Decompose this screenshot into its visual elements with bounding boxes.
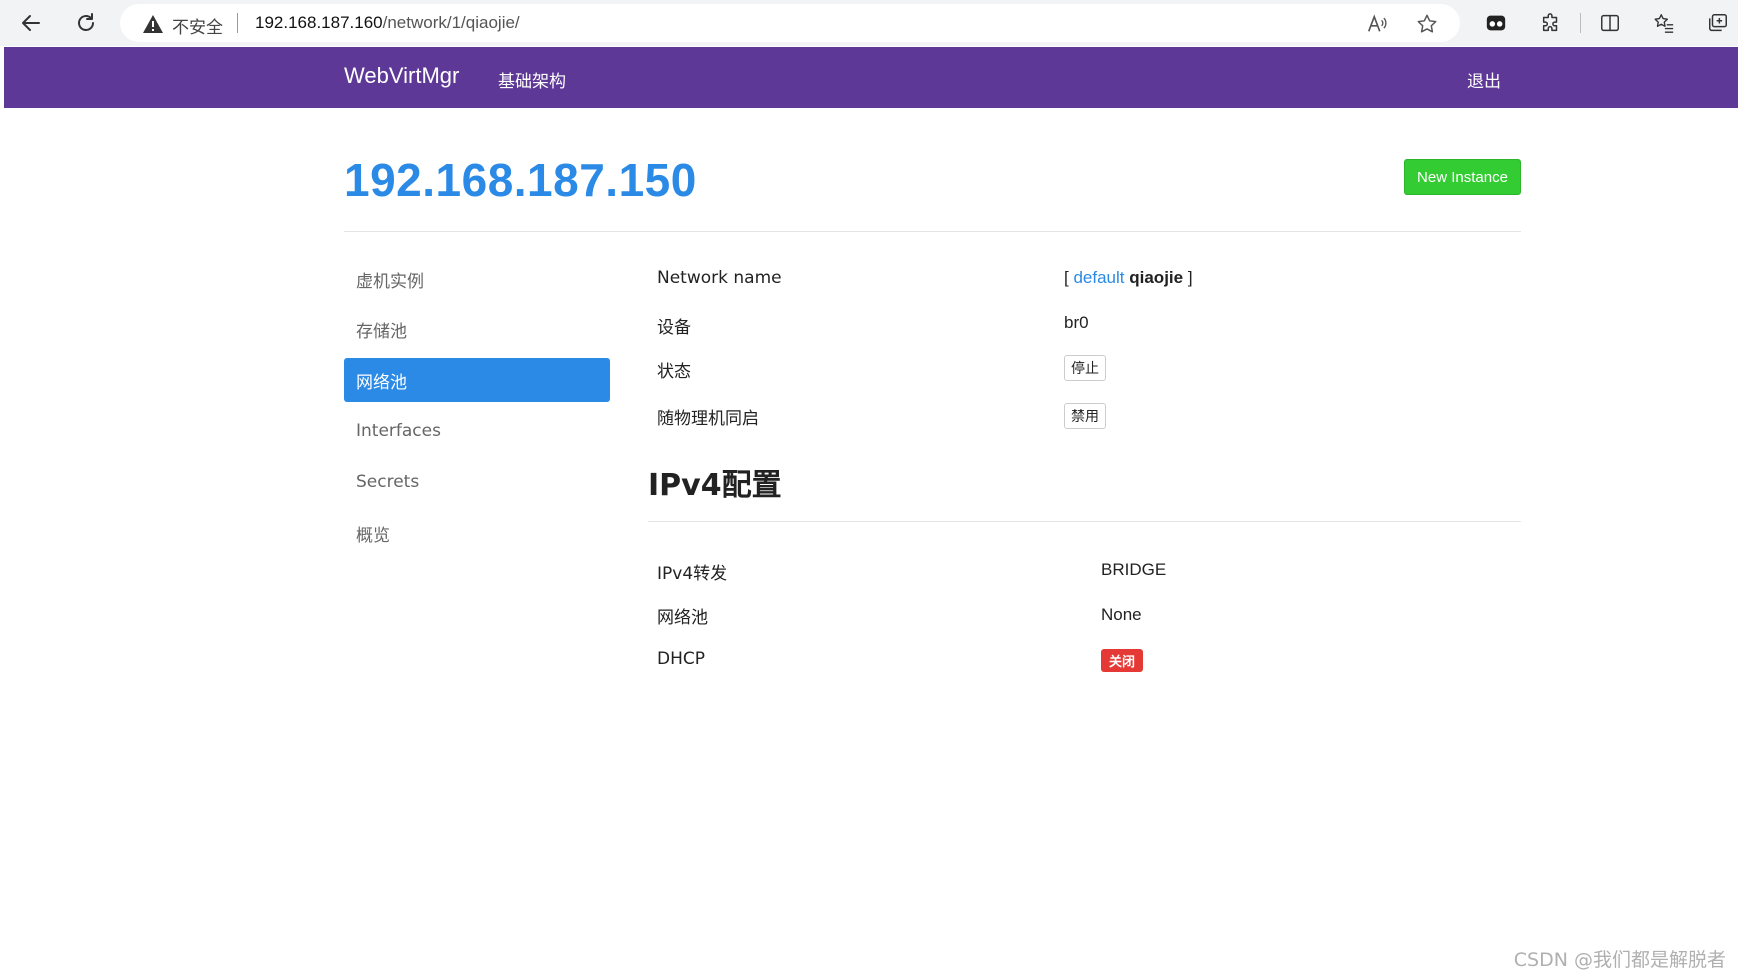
sidebar-item-storage[interactable]: 存储池 xyxy=(344,307,610,351)
brand-logo-text[interactable]: WebVirtMgr xyxy=(344,63,459,89)
url-path: /network/1/qiaojie/ xyxy=(382,13,520,32)
sidebar-item-instances[interactable]: 虚机实例 xyxy=(344,257,610,301)
address-bar[interactable]: 不安全 192.168.187.160/network/1/qiaojie/ xyxy=(120,4,1460,42)
page-title: 192.168.187.150 xyxy=(344,154,697,206)
device-label: 设备 xyxy=(657,318,691,338)
network-current-name: qiaojie xyxy=(1129,268,1184,287)
stop-button[interactable]: 停止 xyxy=(1064,355,1106,381)
sidebar-item-secrets[interactable]: Secrets xyxy=(344,460,610,504)
address-separator xyxy=(237,13,238,33)
network-name-value: [ default qiaojie ] xyxy=(1064,268,1193,288)
reload-icon xyxy=(78,13,94,31)
back-button[interactable] xyxy=(14,6,48,40)
warning-icon xyxy=(143,15,163,33)
toolbar-separator xyxy=(1580,13,1581,33)
sidebar-item-overview[interactable]: 概览 xyxy=(344,511,610,555)
network-link-default[interactable]: default xyxy=(1073,268,1124,287)
url-text[interactable]: 192.168.187.160/network/1/qiaojie/ xyxy=(255,13,520,33)
new-instance-button[interactable]: New Instance xyxy=(1404,159,1521,195)
sidebar-item-interfaces[interactable]: Interfaces xyxy=(344,409,610,453)
security-label[interactable]: 不安全 xyxy=(172,13,223,38)
watermark-text: CSDN @我们都是解脱者 xyxy=(1513,949,1726,971)
bracket-open: [ xyxy=(1064,268,1069,287)
disable-autostart-button[interactable]: 禁用 xyxy=(1064,403,1106,429)
favorite-star-icon[interactable] xyxy=(1415,12,1439,36)
header-divider xyxy=(344,231,1521,232)
ipv4-forward-value: BRIDGE xyxy=(1101,560,1167,579)
ipv4-pool-label: 网络池 xyxy=(657,608,708,628)
url-host: 192.168.187.160 xyxy=(255,13,383,32)
bracket-close: ] xyxy=(1187,268,1193,287)
ipv4-divider xyxy=(648,521,1521,522)
collections-icon[interactable] xyxy=(1704,10,1732,36)
extensions-puzzle-icon[interactable] xyxy=(1537,10,1565,36)
nav-link-logout[interactable]: 退出 xyxy=(1467,67,1501,92)
ipv4-forward-label: IPv4转发 xyxy=(657,564,728,584)
reload-button[interactable] xyxy=(69,6,103,40)
favorites-list-icon[interactable] xyxy=(1650,10,1678,36)
sidebar-item-networks[interactable]: 网络池 xyxy=(344,358,610,402)
back-arrow-icon xyxy=(22,15,40,31)
device-value: br0 xyxy=(1064,313,1089,332)
read-aloud-icon[interactable] xyxy=(1365,12,1389,36)
dhcp-label: DHCP xyxy=(657,649,705,669)
nav-link-infrastructure[interactable]: 基础架构 xyxy=(498,67,566,92)
ipv4-pool-value: None xyxy=(1101,605,1142,624)
dhcp-status-badge: 关闭 xyxy=(1101,649,1144,672)
split-screen-icon[interactable] xyxy=(1596,10,1624,36)
extension-face-icon[interactable] xyxy=(1482,10,1510,36)
state-label: 状态 xyxy=(657,362,691,382)
autostart-label: 随物理机同启 xyxy=(657,409,759,429)
network-name-label: Network name xyxy=(657,268,782,288)
ipv4-section-title: IPv4配置 xyxy=(648,468,782,503)
browser-toolbar: 不安全 192.168.187.160/network/1/qiaojie/ xyxy=(0,0,1738,46)
app-navbar: WebVirtMgr 基础架构 退出 xyxy=(4,47,1738,108)
